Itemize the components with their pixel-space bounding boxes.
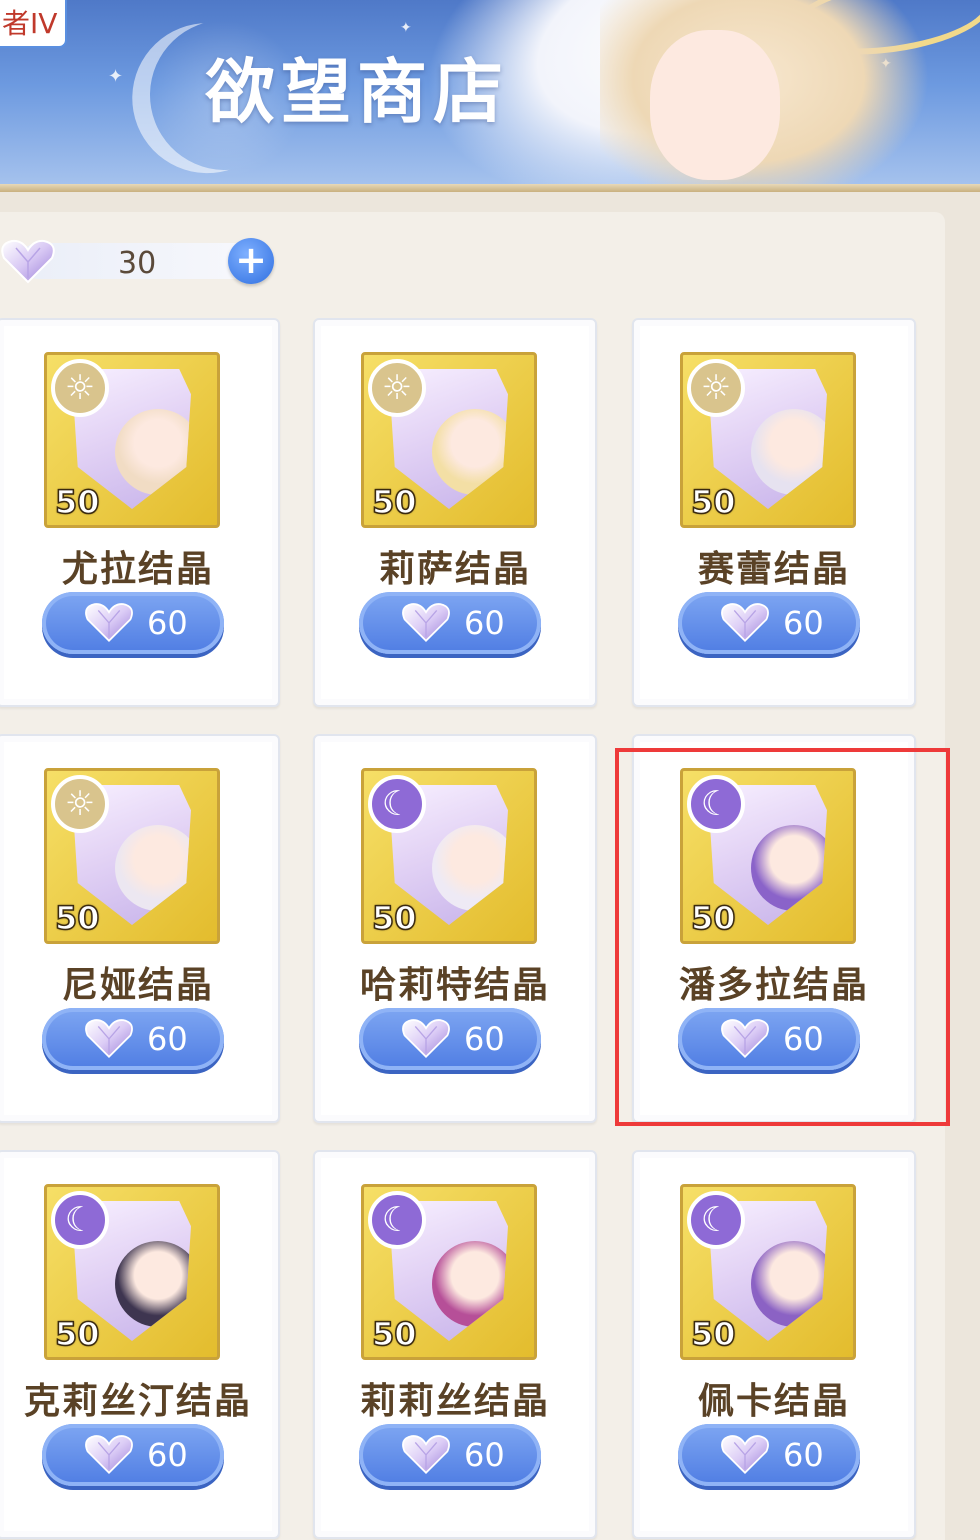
character-face [650,30,780,180]
shop-item-card[interactable]: ☾ 50 哈莉特结晶 60 [313,734,597,1123]
buy-button[interactable]: 60 [42,1008,224,1070]
item-frame[interactable]: ☾ 50 [361,768,537,944]
price-value: 60 [464,604,505,642]
price-value: 60 [147,604,188,642]
crystal-heart-icon [401,1432,451,1476]
character-portrait [115,1241,191,1327]
price-value: 60 [783,1436,824,1474]
character-portrait [432,409,508,495]
corner-tag[interactable]: 者IV [0,0,68,48]
banner-border [0,184,980,192]
star-icon: ✦ [108,66,124,87]
character-portrait [751,409,827,495]
shop-item-card[interactable]: ☼ 50 赛蕾结晶 60 [632,318,916,707]
crystal-heart-icon [84,1016,134,1060]
currency-value: 30 [118,246,157,281]
character-portrait [751,1241,827,1327]
item-frame[interactable]: ☼ 50 [680,352,856,528]
item-name: 莉莉丝结晶 [359,1381,550,1422]
crystal-heart-icon [720,600,770,644]
shop-item-card[interactable]: ☼ 50 莉萨结晶 60 [313,318,597,707]
item-frame[interactable]: ☾ 50 [361,1184,537,1360]
plus-icon: + [235,238,267,282]
sun-element-icon: ☼ [51,775,109,833]
price-value: 60 [147,1020,188,1058]
item-quantity: 50 [690,482,736,522]
item-quantity: 50 [54,482,100,522]
item-quantity: 50 [371,482,417,522]
sun-element-icon: ☼ [687,359,745,417]
shop-item-card[interactable]: ☾ 50 克莉丝汀结晶 60 [0,1150,280,1539]
character-portrait [115,409,191,495]
item-frame[interactable]: ☾ 50 [44,1184,220,1360]
item-quantity: 50 [54,898,100,938]
item-name: 莉萨结晶 [378,549,531,590]
item-name: 克莉丝汀结晶 [23,1381,252,1422]
item-name: 哈莉特结晶 [359,965,550,1006]
price-value: 60 [783,604,824,642]
buy-button[interactable]: 60 [678,1424,860,1486]
item-quantity: 50 [54,1314,100,1354]
moon-element-icon: ☾ [368,775,426,833]
item-name: 赛蕾结晶 [697,549,850,590]
sun-element-icon: ☼ [368,359,426,417]
moon-element-icon: ☾ [687,1191,745,1249]
buy-button[interactable]: 60 [678,592,860,654]
shop-item-card[interactable]: ☾ 50 莉莉丝结晶 60 [313,1150,597,1539]
buy-button[interactable]: 60 [42,1424,224,1486]
buy-button[interactable]: 60 [359,1424,541,1486]
item-quantity: 50 [690,1314,736,1354]
shop-item-card[interactable]: ☼ 50 尤拉结晶 60 [0,318,280,707]
shop-item-card[interactable]: ☾ 50 佩卡结晶 60 [632,1150,916,1539]
shop-banner: ✦ ✦ ✦ 欲望商店 者IV [0,0,980,190]
price-value: 60 [464,1020,505,1058]
item-frame[interactable]: ☼ 50 [44,768,220,944]
add-currency-button[interactable]: + [228,238,274,284]
item-quantity: 50 [371,1314,417,1354]
currency-display: 30 + [0,238,274,284]
moon-element-icon: ☾ [368,1191,426,1249]
crystal-heart-icon [401,600,451,644]
item-name: 佩卡结晶 [697,1381,850,1422]
buy-button[interactable]: 60 [359,1008,541,1070]
price-value: 60 [464,1436,505,1474]
right-margin [945,212,980,1540]
crystal-heart-icon [0,238,56,284]
page-title: 欲望商店 [205,51,509,133]
item-frame[interactable]: ☼ 50 [44,352,220,528]
selection-highlight [615,748,950,1126]
sun-element-icon: ☼ [51,359,109,417]
item-name: 尼娅结晶 [61,965,214,1006]
item-name: 尤拉结晶 [61,549,214,590]
buy-button[interactable]: 60 [359,592,541,654]
item-quantity: 50 [371,898,417,938]
character-portrait [115,825,191,911]
moon-element-icon: ☾ [51,1191,109,1249]
crystal-heart-icon [401,1016,451,1060]
price-value: 60 [147,1436,188,1474]
shop-item-card[interactable]: ☼ 50 尼娅结晶 60 [0,734,280,1123]
character-portrait [432,1241,508,1327]
character-portrait [432,825,508,911]
crystal-heart-icon [84,1432,134,1476]
item-frame[interactable]: ☼ 50 [361,352,537,528]
crystal-heart-icon [720,1432,770,1476]
crystal-heart-icon [84,600,134,644]
buy-button[interactable]: 60 [42,592,224,654]
item-frame[interactable]: ☾ 50 [680,1184,856,1360]
